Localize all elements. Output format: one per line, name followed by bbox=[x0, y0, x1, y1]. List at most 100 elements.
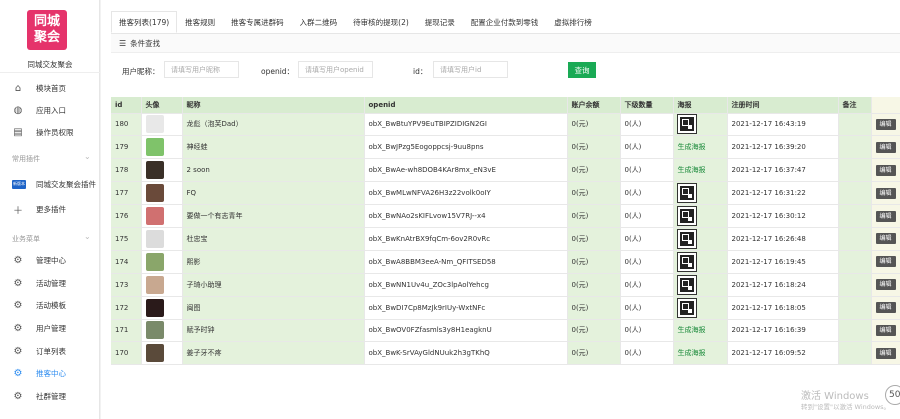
cell-actions: 编辑 bbox=[871, 273, 900, 297]
generate-poster-link[interactable]: 生成海报 bbox=[678, 326, 706, 334]
cell-avatar bbox=[141, 227, 183, 251]
sidebar-item-users[interactable]: ⚙ 用户管理 bbox=[0, 318, 100, 338]
column-header-poster[interactable]: 海报 bbox=[673, 97, 728, 114]
id-input[interactable] bbox=[433, 61, 508, 78]
tab-promoter-list[interactable]: 推客列表(179) bbox=[111, 11, 178, 33]
cell-id: 179 bbox=[111, 135, 142, 160]
openid-input[interactable] bbox=[298, 61, 373, 78]
tab-join-qr[interactable]: 入群二维码 bbox=[292, 11, 346, 33]
cell-avatar bbox=[141, 296, 183, 320]
sidebar-item-more-plugins[interactable]: ＋ 更多插件 bbox=[0, 199, 100, 219]
sidebar-item-operator-perms[interactable]: ▤ 操作员权限 bbox=[0, 122, 100, 142]
chevron-down-icon[interactable]: ⌄ bbox=[84, 232, 91, 241]
edit-button[interactable]: 编辑 bbox=[875, 324, 896, 336]
sidebar-item-label: 活动模板 bbox=[36, 300, 66, 310]
cell-poster: 生成海报 bbox=[673, 319, 728, 343]
sidebar-item-template[interactable]: ⚙ 活动模板 bbox=[0, 295, 100, 315]
cell-id: 172 bbox=[111, 296, 142, 320]
column-header-subordinates[interactable]: 下级数量 bbox=[620, 97, 674, 114]
nickname-label: 用户昵称： bbox=[122, 67, 160, 76]
qr-poster-icon[interactable] bbox=[676, 297, 697, 318]
sidebar-item-label: 推客中心 bbox=[36, 368, 66, 378]
avatar bbox=[145, 321, 164, 340]
qr-poster-icon[interactable] bbox=[676, 274, 697, 295]
generate-poster-link[interactable]: 生成海报 bbox=[678, 166, 706, 174]
edit-button[interactable]: 编辑 bbox=[875, 187, 896, 199]
column-header-nickname[interactable]: 昵称 bbox=[182, 97, 365, 114]
cell-subordinates: 0(人) bbox=[620, 319, 674, 343]
cell-register-time: 2021-12-17 16:16:39 bbox=[727, 319, 839, 343]
qr-poster-icon[interactable] bbox=[676, 114, 697, 135]
column-header-actions bbox=[871, 97, 900, 114]
sidebar-item-promoter-center[interactable]: ⚙ 推客中心 bbox=[0, 363, 100, 383]
edit-button[interactable]: 编辑 bbox=[875, 347, 896, 359]
cell-remark bbox=[838, 181, 872, 206]
table-row: 171 赋予时钟 obX_BwOV0FZfasmls3y8H1eagknU 0(元) 0… bbox=[111, 319, 900, 343]
app-logo[interactable]: 同城 聚会 bbox=[27, 10, 67, 50]
gear-icon: ⚙ bbox=[13, 390, 23, 402]
sidebar-item-app-entry[interactable]: ◍ 应用入口 bbox=[0, 100, 100, 120]
cell-poster bbox=[673, 181, 728, 206]
promoter-table: id 头像 昵称 openid 账户余额 下级数量 海报 注册时间 备注 180… bbox=[111, 97, 900, 419]
table-row: 178 2 soon obX_BwAe-wh8DOB4KAr8mx_eN3vE 0(元… bbox=[111, 158, 900, 183]
edit-button[interactable]: 编辑 bbox=[875, 233, 896, 245]
qr-poster-icon[interactable] bbox=[676, 206, 697, 226]
gear-icon: ⚙ bbox=[13, 277, 23, 289]
sidebar-item-management[interactable]: ⚙ 管理中心 bbox=[0, 250, 100, 270]
tab-pending-withdraw[interactable]: 待审核的提现(2) bbox=[345, 11, 417, 33]
qr-poster-icon[interactable] bbox=[676, 251, 697, 272]
sidebar-item-module-home[interactable]: ⌂ 模块首页 bbox=[0, 78, 100, 98]
generate-poster-link[interactable]: 生成海报 bbox=[678, 143, 706, 151]
cell-avatar bbox=[141, 204, 183, 228]
nickname-input[interactable] bbox=[164, 61, 239, 78]
sidebar-item-orders[interactable]: ⚙ 订单列表 bbox=[0, 341, 100, 361]
cell-balance: 0(元) bbox=[567, 181, 621, 206]
tab-promoter-rules[interactable]: 推客规则 bbox=[177, 11, 223, 33]
cell-register-time: 2021-12-17 16:37:47 bbox=[727, 158, 839, 183]
tab-group-code[interactable]: 推客专属进群码 bbox=[223, 11, 292, 33]
home-icon: ⌂ bbox=[14, 82, 22, 94]
floating-badge[interactable]: 50 bbox=[885, 385, 900, 405]
column-header-balance[interactable]: 账户余额 bbox=[567, 97, 621, 114]
cell-actions: 编辑 bbox=[871, 135, 900, 160]
cell-actions: 编辑 bbox=[871, 158, 900, 183]
edit-button[interactable]: 编辑 bbox=[875, 256, 896, 268]
column-header-id[interactable]: id bbox=[111, 97, 142, 114]
column-header-avatar[interactable]: 头像 bbox=[141, 97, 183, 114]
column-header-register-time[interactable]: 注册时间 bbox=[727, 97, 839, 114]
document-icon: ▤ bbox=[13, 126, 23, 138]
tab-virtual-ranking[interactable]: 虚拟排行榜 bbox=[546, 11, 600, 33]
cell-nickname: FQ bbox=[182, 181, 365, 206]
cell-remark bbox=[838, 227, 872, 251]
query-button[interactable]: 查询 bbox=[568, 62, 596, 78]
gear-icon: ⚙ bbox=[13, 299, 23, 311]
qr-poster-icon[interactable] bbox=[676, 183, 697, 204]
generate-poster-link[interactable]: 生成海报 bbox=[678, 349, 706, 357]
edit-button[interactable]: 编辑 bbox=[875, 141, 896, 153]
column-header-openid[interactable]: openid bbox=[364, 97, 568, 114]
sidebar-item-activity[interactable]: ⚙ 活动管理 bbox=[0, 273, 100, 293]
sidebar-item-plugin[interactable]: 新版本 同城交友聚会插件 bbox=[0, 174, 100, 194]
avatar bbox=[145, 115, 164, 134]
edit-button[interactable]: 编辑 bbox=[875, 164, 896, 176]
cell-balance: 0(元) bbox=[567, 158, 621, 183]
cell-remark bbox=[838, 158, 872, 183]
tab-payment-config[interactable]: 配置企业付款到零钱 bbox=[463, 11, 547, 33]
edit-button[interactable]: 编辑 bbox=[875, 279, 896, 291]
plus-icon: ＋ bbox=[13, 205, 23, 217]
edit-button[interactable]: 编辑 bbox=[875, 118, 896, 130]
edit-button[interactable]: 编辑 bbox=[875, 302, 896, 314]
chevron-down-icon[interactable]: ⌄ bbox=[84, 152, 91, 161]
cell-openid: obX_BwJPzg5Eogoppcsj-9uu8pns bbox=[364, 135, 568, 160]
cell-id: 171 bbox=[111, 319, 142, 343]
table-row: 173 子琦小助理 obX_BwNN1Uv4u_ZOc3lpAolYehcg 0(元)… bbox=[111, 273, 900, 297]
tab-withdraw-records[interactable]: 提现记录 bbox=[417, 11, 463, 33]
cell-register-time: 2021-12-17 16:39:20 bbox=[727, 135, 839, 160]
sidebar-item-community[interactable]: ⚙ 社群管理 bbox=[0, 386, 100, 406]
qr-poster-icon[interactable] bbox=[676, 228, 697, 249]
edit-button[interactable]: 编辑 bbox=[875, 210, 896, 222]
sidebar-item-label: 同城交友聚会插件 bbox=[36, 179, 96, 189]
column-header-remark[interactable]: 备注 bbox=[838, 97, 872, 114]
cell-openid: obX_BwMLwNFVA26H3z22volk0oIY bbox=[364, 181, 568, 206]
cell-id: 170 bbox=[111, 341, 142, 366]
